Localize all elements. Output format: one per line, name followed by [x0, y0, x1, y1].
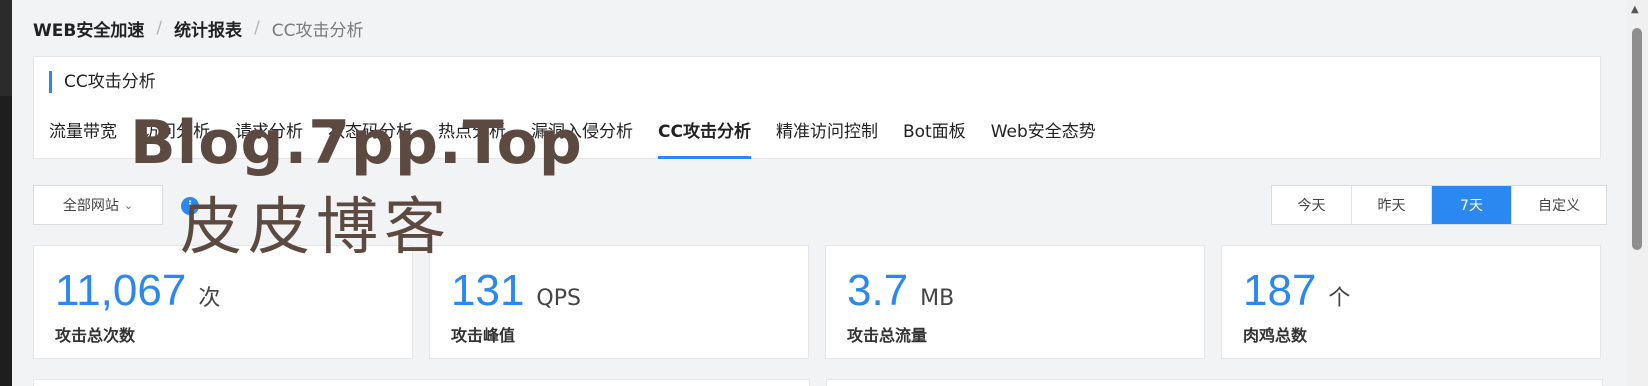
- info-icon[interactable]: i: [181, 197, 199, 215]
- stat-value: 11,067: [55, 266, 187, 315]
- time-option-yesterday[interactable]: 昨天: [1352, 186, 1432, 224]
- stat-value: 187: [1243, 266, 1317, 315]
- stat-card-attack-peak: 131 QPS 攻击峰值: [429, 245, 809, 359]
- stat-value: 3.7: [847, 266, 909, 315]
- breadcrumb-item-current: CC攻击分析: [271, 20, 364, 41]
- tab-hotspot-analysis[interactable]: 热点分析: [438, 117, 506, 159]
- panel-title: CC攻击分析: [49, 71, 156, 93]
- breadcrumb-item-web-security[interactable]: WEB安全加速: [33, 16, 144, 41]
- tab-vulnerability-analysis[interactable]: 漏洞入侵分析: [531, 117, 633, 159]
- tab-bot-panel[interactable]: Bot面板: [903, 117, 966, 159]
- tab-cc-attack-analysis[interactable]: CC攻击分析: [658, 117, 751, 159]
- tab-access-analysis[interactable]: 访问分析: [142, 117, 210, 159]
- site-select-value: 全部网站: [62, 198, 119, 214]
- stat-label: 攻击总次数: [55, 326, 136, 345]
- analysis-panel: CC攻击分析 流量带宽 访问分析 请求分析 状态码分析 热点分析 漏洞入侵分析 …: [33, 56, 1601, 159]
- chart-panel: [33, 379, 810, 386]
- tab-access-control[interactable]: 精准访问控制: [776, 117, 878, 159]
- stat-label: 攻击峰值: [451, 326, 516, 345]
- stat-label: 肉鸡总数: [1243, 326, 1308, 345]
- tab-request-analysis[interactable]: 请求分析: [235, 117, 303, 159]
- breadcrumb-item-reports[interactable]: 统计报表: [174, 16, 242, 41]
- site-select-dropdown[interactable]: 全部网站 ⌄: [33, 185, 163, 225]
- vertical-scrollbar[interactable]: ▲: [1626, 0, 1648, 386]
- tab-bar: 流量带宽 访问分析 请求分析 状态码分析 热点分析 漏洞入侵分析 CC攻击分析 …: [49, 117, 1121, 159]
- scrollbar-thumb[interactable]: [1632, 28, 1642, 250]
- stat-unit: 个: [1328, 286, 1351, 311]
- breadcrumb: WEB安全加速 / 统计报表 / CC攻击分析: [33, 16, 364, 41]
- window-left-edge: [0, 0, 12, 386]
- stat-card-attack-traffic: 3.7 MB 攻击总流量: [825, 245, 1205, 359]
- chevron-down-icon: ⌄: [123, 198, 134, 212]
- time-range-selector: 今天 昨天 7天 自定义: [1271, 185, 1607, 225]
- stat-cards: 11,067 次 攻击总次数 131 QPS 攻击峰值 3.7 MB 攻击总流量 18…: [33, 245, 1601, 359]
- breadcrumb-separator: /: [156, 18, 163, 38]
- tab-status-code-analysis[interactable]: 状态码分析: [328, 117, 413, 159]
- time-option-custom[interactable]: 自定义: [1512, 186, 1606, 224]
- scroll-up-icon[interactable]: ▲: [1631, 4, 1639, 15]
- stat-card-bot-count: 187 个 肉鸡总数: [1221, 245, 1601, 359]
- tab-web-security-posture[interactable]: Web安全态势: [991, 117, 1096, 159]
- time-option-7days[interactable]: 7天: [1432, 186, 1512, 224]
- tab-traffic-bandwidth[interactable]: 流量带宽: [49, 117, 117, 159]
- breadcrumb-separator: /: [254, 18, 260, 38]
- chart-panel: [826, 379, 1603, 386]
- stat-label: 攻击总流量: [847, 326, 928, 345]
- stat-card-total-attacks: 11,067 次 攻击总次数: [33, 245, 413, 359]
- stat-unit: 次: [198, 286, 221, 311]
- stat-unit: QPS: [536, 286, 581, 311]
- chart-panels-top-edge: [33, 379, 1619, 386]
- time-option-today[interactable]: 今天: [1272, 186, 1352, 224]
- stat-value: 131: [451, 266, 525, 315]
- stat-unit: MB: [920, 286, 955, 311]
